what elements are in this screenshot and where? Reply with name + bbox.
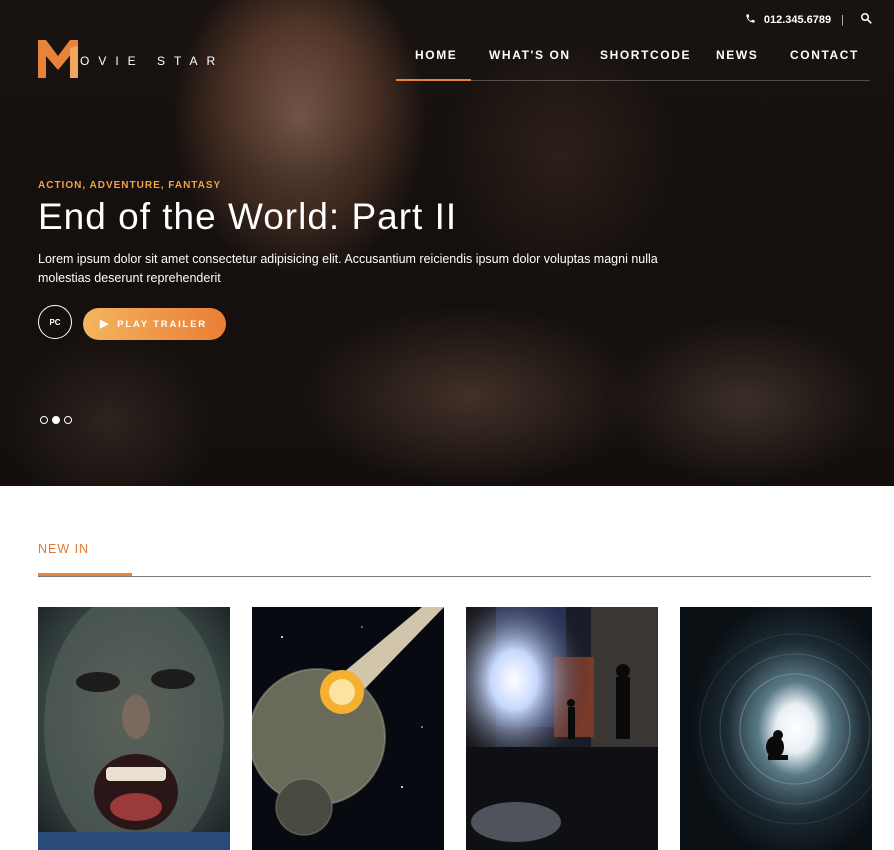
poster-tunnel-light: [680, 607, 872, 850]
logo-mark: [38, 40, 78, 78]
poster-screaming-face: [38, 607, 230, 850]
slider-dot-1[interactable]: [40, 416, 48, 424]
play-icon: ▶: [100, 317, 111, 330]
movie-card-planet-impact[interactable]: [252, 607, 444, 850]
slider-dots: [40, 416, 72, 424]
hero-banner: 012.345.6789 | OVIE STAR HOME WHAT'S ON …: [0, 0, 894, 486]
nav-item-shortcode[interactable]: SHORTCODE: [600, 48, 691, 62]
phone-number[interactable]: 012.345.6789: [764, 14, 831, 26]
section-accent-bar: [38, 573, 132, 576]
topbar-separator: |: [841, 13, 844, 26]
logo-text: OVIE STAR: [80, 54, 225, 68]
nav-item-home[interactable]: HOME: [415, 48, 457, 62]
section-title: NEW IN: [38, 542, 90, 556]
top-bar: 012.345.6789 |: [745, 12, 872, 27]
search-icon[interactable]: [860, 12, 872, 27]
hero-description: Lorem ipsum dolor sit amet consectetur a…: [38, 252, 658, 285]
site-logo[interactable]: OVIE STAR: [38, 40, 224, 78]
section-divider: [38, 576, 871, 577]
movie-cards: [38, 607, 872, 850]
slider-dot-2[interactable]: [52, 416, 60, 424]
poster-city-alley: [466, 607, 658, 850]
phone-icon: [745, 13, 756, 27]
platform-badge[interactable]: PC: [38, 305, 72, 339]
play-trailer-label: PLAY TRAILER: [117, 318, 207, 330]
hero-title: End of the World: Part II: [38, 196, 458, 237]
nav-item-news[interactable]: NEWS: [716, 48, 758, 62]
movie-card-city-alley[interactable]: [466, 607, 658, 850]
movie-card-screaming-face[interactable]: [38, 607, 230, 850]
nav-item-whats-on[interactable]: WHAT'S ON: [489, 48, 571, 62]
movie-card-tunnel-light[interactable]: [680, 607, 872, 850]
nav-item-contact[interactable]: CONTACT: [790, 48, 859, 62]
hero-genres: ACTION, ADVENTURE, FANTASY: [38, 180, 222, 191]
slider-dot-3[interactable]: [64, 416, 72, 424]
poster-planet-impact: [252, 607, 444, 850]
main-nav: HOME WHAT'S ON SHORTCODE NEWS CONTACT: [396, 40, 870, 81]
nav-active-indicator: [396, 79, 471, 81]
play-trailer-button[interactable]: ▶ PLAY TRAILER: [83, 308, 226, 340]
